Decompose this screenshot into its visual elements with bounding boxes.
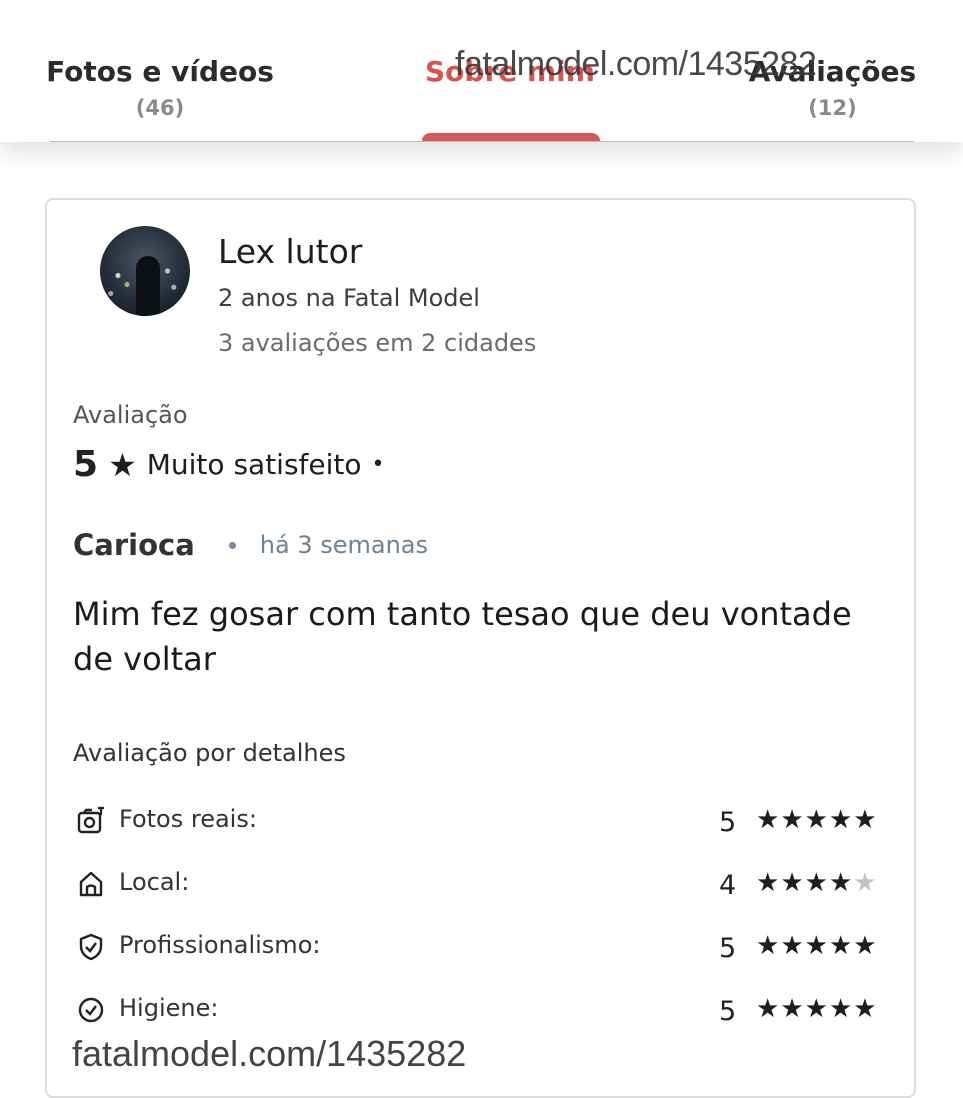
review-time-ago: há 3 semanas [259,531,429,559]
star-filled-icon: ★ [853,805,878,835]
star-filled-icon: ★ [853,994,878,1024]
star-filled-icon: ★ [780,994,805,1024]
star-rating: ★★★★★ [756,805,878,835]
tab-avaliacoes[interactable]: Avaliações (12) [725,55,940,120]
detail-score: 4 [719,870,737,901]
star-filled-icon: ★ [804,994,829,1024]
star-filled-icon: ★ [780,805,805,835]
star-rating: ★★★★★ [756,868,878,898]
profile-tabs-bar: Fotos e vídeos (46) Sobre mim Avaliações… [0,0,963,142]
star-filled-icon: ★ [828,805,854,835]
tabs-divider [50,141,914,142]
star-filled-icon: ★ [828,931,854,961]
reviewer-avatar[interactable] [100,226,190,316]
shield-check-icon [79,933,103,961]
tab-fotos-e-videos[interactable]: Fotos e vídeos (46) [45,55,275,120]
rating-text: Muito satisfeito [146,448,362,481]
review-comment: Mim fez gosar com tanto tesao que deu vo… [73,595,852,678]
star-rating: ★★★★★ [756,931,878,961]
detail-label: Local: [119,868,190,896]
tab-count: (46) [135,96,185,120]
star-filled-icon: ★ [756,868,781,898]
star-filled-icon: ★ [804,805,829,835]
rating-separator-dot: • [371,452,385,477]
star-filled-icon: ★ [828,868,854,898]
detail-row-higiene: Higiene: 5 ★★★★★ [73,992,893,1032]
tab-label: Fotos e vídeos [46,55,274,88]
avatar-figure [136,256,160,316]
review-city: Carioca [73,528,195,562]
reviewer-reviews-summary: 3 avaliações em 2 cidades [218,329,537,357]
star-filled-icon: ★ [804,931,829,961]
star-filled-icon: ★ [756,994,781,1024]
detail-score: 5 [719,996,737,1027]
rating-value: 5 [73,444,99,485]
check-circle-icon [78,997,104,1023]
star-filled-icon: ★ [756,931,781,961]
star-filled-icon: ★ [828,994,854,1024]
detail-label: Fotos reais: [119,805,257,833]
star-filled-icon: ★ [780,868,805,898]
detail-score: 5 [719,807,737,838]
reviewer-name[interactable]: Lex lutor [218,232,362,271]
detail-label: Profissionalismo: [119,931,321,959]
star-icon: ★ [108,445,137,484]
details-title: Avaliação por detalhes [73,739,346,767]
tab-sobre-mim[interactable]: Sobre mim [400,55,620,88]
detail-score: 5 [719,933,737,964]
detail-row-fotos-reais: Fotos reais: 5 ★★★★★ [73,803,893,843]
rating-label: Avaliação [73,401,188,429]
star-rating: ★★★★★ [756,994,878,1024]
review-meta: Carioca há 3 semanas [73,528,428,562]
tab-count: (12) [808,96,857,120]
star-filled-icon: ★ [853,931,878,961]
camera-icon [77,806,104,834]
star-filled-icon: ★ [804,868,829,898]
star-empty-icon: ★ [853,868,878,898]
overall-rating: 5 ★ Muito satisfeito • [73,444,385,485]
home-icon [79,871,103,897]
reviewer-tenure: 2 anos na Fatal Model [218,284,480,312]
tab-label: Sobre mim [425,55,595,88]
tab-label: Avaliações [748,55,917,88]
detail-label: Higiene: [119,994,219,1022]
star-filled-icon: ★ [780,931,805,961]
detail-row-profissionalismo: Profissionalismo: 5 ★★★★★ [73,929,893,969]
meta-separator-dot [228,541,236,549]
star-filled-icon: ★ [756,805,781,835]
detail-row-local: Local: 4 ★★★★★ [73,866,893,906]
active-tab-indicator [422,133,600,141]
